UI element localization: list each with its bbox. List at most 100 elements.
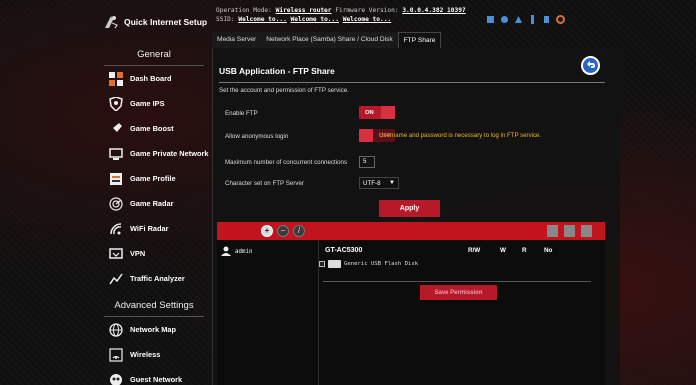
edit-user-icon[interactable]: /: [293, 225, 305, 237]
monitor-icon: [108, 146, 124, 162]
add-folder-icon[interactable]: [547, 225, 558, 237]
firmware-link[interactable]: 3.0.0.4.382_10397: [402, 7, 465, 14]
charset-selected-value: UTF-8: [363, 180, 381, 187]
remove-folder-icon[interactable]: [564, 225, 575, 237]
device-name: GT-AC5300: [325, 247, 363, 254]
router-info: Operation Mode: Wireless router Firmware…: [216, 6, 466, 24]
user-name: admin: [235, 249, 253, 255]
sidebar-item-label: VPN: [130, 248, 146, 258]
sidebar-item-label: Game Profile: [130, 173, 176, 183]
sidebar-item-label: Game Private Network: [130, 148, 209, 158]
add-user-icon[interactable]: +: [261, 225, 273, 237]
sidebar-item-game-ips[interactable]: Game IPS: [98, 91, 210, 116]
status-icons: [486, 11, 565, 24]
ssid-value: Welcome to...: [290, 16, 339, 23]
tab-ftp-share[interactable]: FTP Share: [397, 32, 442, 48]
enable-ftp-label: Enable FTP: [225, 110, 258, 117]
usb-disk-icon: [328, 260, 341, 268]
disk-label: Generic USB Flash Disk: [344, 261, 419, 267]
perm-header-rw: R/W: [468, 247, 481, 254]
disk-list-item[interactable]: Generic USB Flash Disk: [319, 260, 418, 268]
sidebar-item-label: Wireless: [130, 349, 161, 359]
radar-icon: [108, 196, 124, 212]
sidebar-item-guest-network[interactable]: Guest Network: [98, 367, 210, 385]
sidebar-item-label: WiFi Radar: [130, 223, 169, 233]
advanced-section-title: Advanced Settings: [104, 295, 204, 317]
sidebar-item-label: Guest Network: [130, 374, 183, 384]
ssid-value: Welcome to...: [342, 16, 392, 23]
top-bar: Quick Internet Setup Operation Mode: Wir…: [98, 0, 620, 32]
perm-header-no: No: [544, 247, 553, 254]
usb-app-tabs: Media Server Network Place (Samba) Share…: [212, 32, 442, 48]
app-status-icon[interactable]: [500, 11, 509, 23]
sidebar-item-label: Game Boost: [130, 123, 174, 133]
anonymous-login-label: Allow anonymous login: [225, 133, 289, 140]
page-title: USB Application - FTP Share: [219, 66, 335, 76]
chevron-down-icon: ▼: [389, 180, 395, 186]
op-mode-link[interactable]: Wireless router: [276, 7, 332, 14]
save-permission-button[interactable]: Save Permission: [420, 285, 497, 300]
sidebar-item-label: Dash Board: [130, 73, 172, 83]
guest-network-status-icon[interactable]: [486, 11, 495, 23]
share-permission-area: admin GT-AC5300 R/W W R No Generic USB F…: [217, 240, 605, 385]
rename-folder-icon[interactable]: [581, 225, 592, 237]
sidebar-item-label: Traffic Analyzer: [130, 273, 185, 283]
ssid-value: Welcome to...: [238, 16, 287, 23]
sidebar-item-game-profile[interactable]: Game Profile: [98, 166, 210, 191]
setup-wizard-icon: [102, 13, 120, 31]
rocket-icon: [108, 121, 124, 137]
firmware-label: Firmware Version:: [335, 7, 399, 14]
disk-divider: [323, 281, 591, 282]
wifi-radar-icon: [108, 221, 124, 237]
sidebar-item-traffic-analyzer[interactable]: Traffic Analyzer: [98, 266, 210, 291]
expand-checkbox[interactable]: [319, 261, 325, 267]
share-toolbar: + − /: [217, 222, 605, 240]
sidebar-item-game-boost[interactable]: Game Boost: [98, 116, 210, 141]
sidebar-item-vpn[interactable]: VPN: [98, 241, 210, 266]
toggle-state-label: ON: [365, 109, 374, 116]
sidebar-item-label: Network Map: [130, 324, 176, 334]
shield-icon: [108, 96, 124, 112]
title-divider: [219, 82, 605, 83]
settings-status-icon[interactable]: [556, 11, 565, 24]
user-icon: [221, 246, 231, 258]
network-status-icon[interactable]: [514, 11, 523, 23]
guest-icon: [108, 372, 124, 385]
max-connections-label: Maximum number of concurrent connections: [225, 159, 348, 166]
device-status-icon[interactable]: [542, 11, 551, 23]
quick-internet-setup-label: Quick Internet Setup: [124, 17, 208, 27]
back-arrow-icon: [585, 57, 596, 75]
page-description: Set the account and permission of FTP se…: [219, 87, 349, 94]
analyzer-icon: [108, 271, 124, 287]
remove-user-icon[interactable]: −: [277, 225, 289, 237]
back-button[interactable]: [581, 56, 600, 75]
general-section-title: General: [104, 44, 204, 66]
sidebar-item-network-map[interactable]: Network Map: [98, 317, 210, 342]
sidebar-item-game-radar[interactable]: Game Radar: [98, 191, 210, 216]
sidebar-item-game-private-network[interactable]: Game Private Network: [98, 141, 210, 166]
sidebar-item-label: Game Radar: [130, 198, 174, 208]
router-ui-frame: Quick Internet Setup Operation Mode: Wir…: [98, 0, 620, 385]
wireless-icon: [108, 347, 124, 363]
globe-icon: [108, 322, 124, 338]
tab-media-server[interactable]: Media Server: [212, 32, 262, 48]
sidebar-item-label: Game IPS: [130, 98, 165, 108]
sidebar-item-dash-board[interactable]: Dash Board: [98, 66, 210, 91]
apply-button[interactable]: Apply: [379, 200, 440, 217]
sidebar-item-wireless[interactable]: Wireless: [98, 342, 210, 367]
charset-label: Character set on FTP Server: [225, 180, 304, 187]
sidebar-item-wifi-radar[interactable]: WiFi Radar: [98, 216, 210, 241]
quick-internet-setup-button[interactable]: Quick Internet Setup: [98, 4, 210, 40]
usb-status-icon[interactable]: [528, 11, 537, 24]
anonymous-login-warning: Username and password is necessary to lo…: [379, 132, 542, 139]
charset-select[interactable]: UTF-8 ▼: [359, 177, 399, 189]
user-list-item[interactable]: admin: [221, 246, 252, 258]
perm-header-w: W: [500, 247, 506, 254]
perm-header-r: R: [522, 247, 527, 254]
tab-network-place-share[interactable]: Network Place (Samba) Share / Cloud Disk: [261, 32, 398, 48]
vpn-icon: [108, 246, 124, 262]
ftp-share-panel: USB Application - FTP Share Set the acco…: [212, 48, 620, 385]
dashboard-icon: [108, 71, 124, 87]
enable-ftp-toggle[interactable]: ON: [359, 106, 395, 119]
max-connections-input[interactable]: 5: [359, 156, 375, 168]
